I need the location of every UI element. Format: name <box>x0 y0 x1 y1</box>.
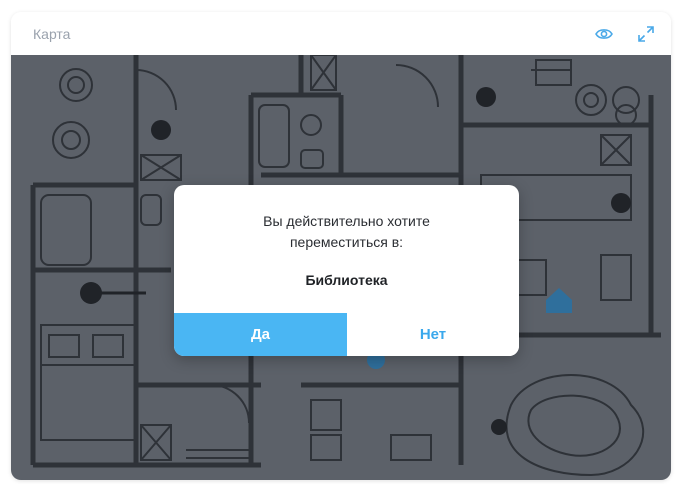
dialog-destination: Библиотека <box>305 272 388 288</box>
expand-icon[interactable] <box>637 25 655 43</box>
yes-button[interactable]: Да <box>174 313 347 356</box>
map-header: Карта <box>11 12 671 55</box>
move-confirm-dialog: Вы действительно хотите переместиться в:… <box>174 185 519 356</box>
map-card: Карта Вы действительно хотите переместит… <box>11 12 671 480</box>
dialog-question-line1: Вы действительно хотите <box>263 213 430 229</box>
map-title: Карта <box>33 25 71 42</box>
dialog-question: Вы действительно хотите переместиться в: <box>174 211 519 253</box>
eye-icon[interactable] <box>595 25 613 43</box>
no-button[interactable]: Нет <box>347 313 519 356</box>
dialog-question-line2: переместиться в: <box>289 234 404 250</box>
